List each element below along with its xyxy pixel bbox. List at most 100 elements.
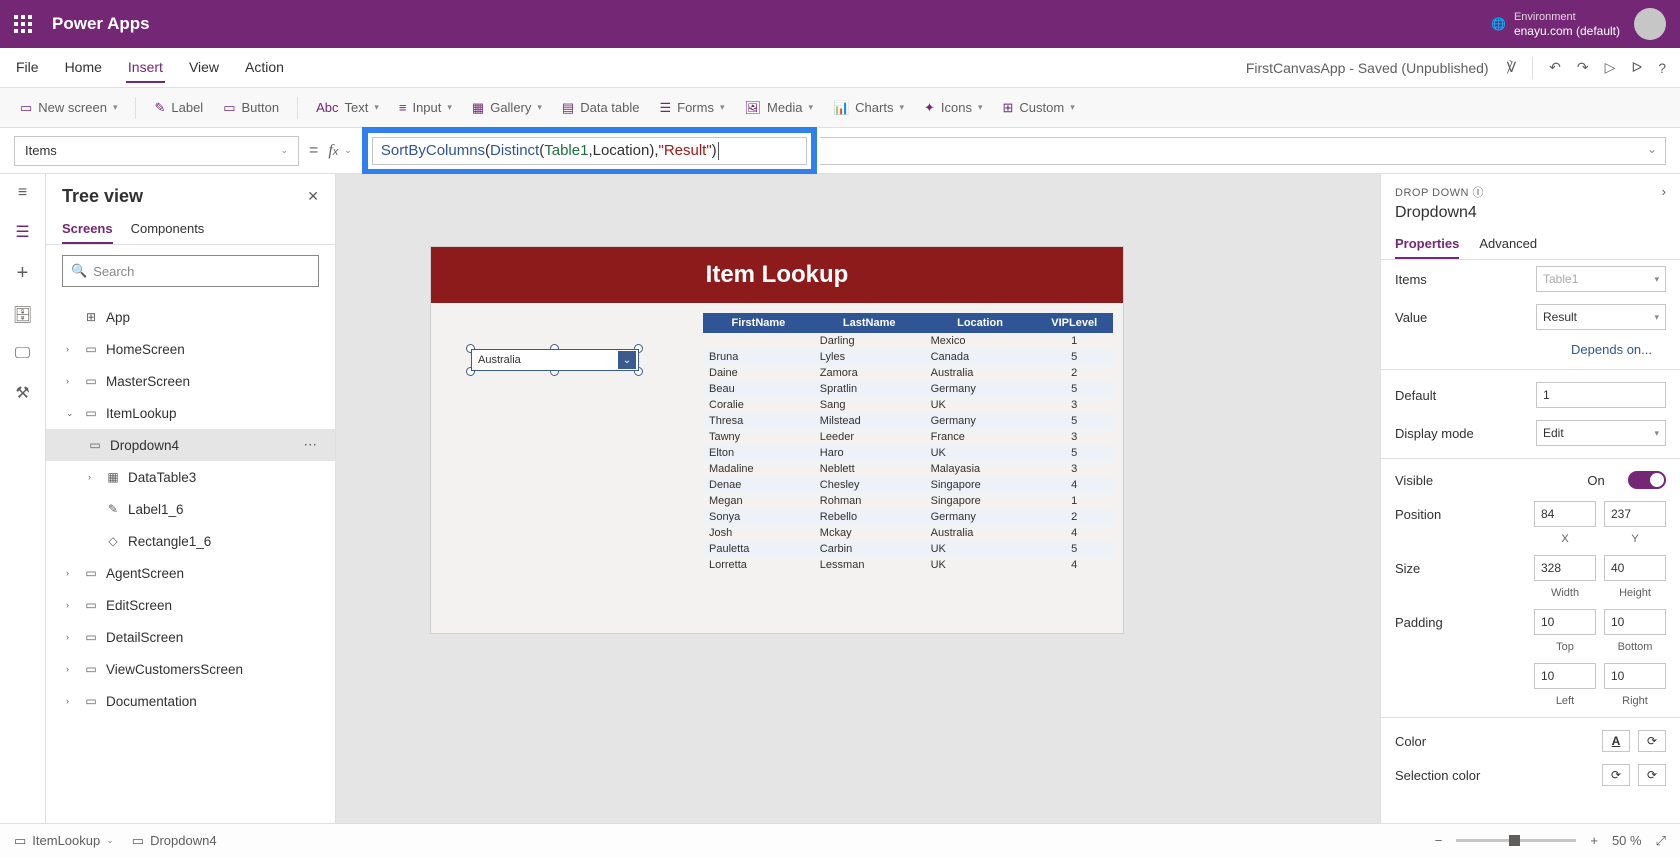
depends-link[interactable]: Depends on... [1571, 342, 1652, 357]
menu-action[interactable]: Action [243, 53, 286, 83]
media-button[interactable]: 🖼Media▾ [739, 96, 819, 120]
tree-viewcustomers[interactable]: ›▭ViewCustomersScreen [46, 653, 335, 685]
new-screen-button[interactable]: ▭New screen▾ [14, 96, 123, 120]
table-row[interactable]: MadalineNeblettMalayasia3 [703, 461, 1113, 477]
tree-datatable3[interactable]: ›▦DataTable3 [46, 461, 335, 493]
table-row[interactable]: TawnyLeederFrance3 [703, 429, 1113, 445]
breadcrumb-control[interactable]: ▭Dropdown4 [132, 833, 217, 849]
formula-input[interactable]: SortByColumns(Distinct(Table1, Location)… [372, 137, 807, 165]
tree-agentscreen[interactable]: ›▭AgentScreen [46, 557, 335, 589]
table-row[interactable]: DaineZamoraAustralia2 [703, 365, 1113, 381]
tree-label[interactable]: ✎Label1_6 [46, 493, 335, 525]
data-table[interactable]: FirstNameLastNameLocationVIPLevel Darlin… [703, 313, 1113, 573]
more-icon[interactable]: ⋯ [304, 437, 320, 453]
chevron-down-icon[interactable]: ⌄ [618, 351, 636, 369]
size-w-input[interactable]: 328 [1534, 555, 1596, 581]
zoom-out-button[interactable]: − [1435, 833, 1443, 848]
breadcrumb-screen[interactable]: ▭ItemLookup⌄ [14, 833, 114, 849]
tree-dropdown4[interactable]: ▭Dropdown4⋯ [46, 429, 335, 461]
environment-picker[interactable]: 🌐 Environment enayu.com (default) [1491, 9, 1620, 39]
table-row[interactable]: LorrettaLessmanUK4 [703, 557, 1113, 573]
tree-masterscreen[interactable]: ›▭MasterScreen [46, 365, 335, 397]
padding-bottom-input[interactable]: 10 [1604, 609, 1666, 635]
gallery-button[interactable]: ▦Gallery▾ [466, 96, 548, 120]
visible-toggle[interactable] [1628, 471, 1666, 489]
text-button[interactable]: AbcText▾ [310, 96, 385, 119]
undo-icon[interactable]: ↶ [1549, 59, 1561, 76]
rail-advanced-icon[interactable]: ⚒ [15, 383, 29, 403]
custom-button[interactable]: ⊞Custom▾ [997, 96, 1081, 120]
forms-button[interactable]: ☰Forms▾ [653, 96, 730, 120]
table-row[interactable]: DenaeChesleySingapore4 [703, 477, 1113, 493]
rail-treeview-icon[interactable]: ☰ [15, 222, 29, 242]
play-icon[interactable]: ▷ [1605, 59, 1616, 76]
table-row[interactable]: DarlingMexico1 [703, 333, 1113, 349]
position-y-input[interactable]: 237 [1604, 501, 1666, 527]
fx-label[interactable]: fx⌄ [328, 142, 352, 160]
padding-left-input[interactable]: 10 [1534, 663, 1596, 689]
tree-documentation[interactable]: ›▭Documentation [46, 685, 335, 717]
table-row[interactable]: ThresaMilsteadGermany5 [703, 413, 1113, 429]
font-color-button[interactable]: A [1602, 730, 1630, 752]
tree-close-icon[interactable]: ✕ [307, 188, 319, 205]
menu-view[interactable]: View [187, 53, 221, 83]
help-icon[interactable]: ? [1658, 60, 1666, 76]
sel-color-button[interactable]: ⟳ [1602, 764, 1630, 786]
app-launcher-icon[interactable] [14, 15, 32, 33]
menu-file[interactable]: File [14, 53, 41, 83]
chevron-right-icon[interactable]: › [1662, 184, 1666, 200]
value-input[interactable]: Result▾ [1536, 304, 1666, 330]
padding-top-input[interactable]: 10 [1534, 609, 1596, 635]
padding-right-input[interactable]: 10 [1604, 663, 1666, 689]
dropdown-control[interactable]: Australia ⌄ [471, 349, 639, 371]
displaymode-input[interactable]: Edit▾ [1536, 420, 1666, 446]
zoom-in-button[interactable]: + [1590, 833, 1598, 848]
tab-screens[interactable]: Screens [62, 215, 113, 244]
tree-search[interactable]: 🔍 Search [62, 255, 319, 287]
table-row[interactable]: PaulettaCarbinUK5 [703, 541, 1113, 557]
tree-rectangle[interactable]: ◇Rectangle1_6 [46, 525, 335, 557]
fit-icon[interactable]: ⤢ [1656, 833, 1666, 849]
table-row[interactable]: MeganRohmanSingapore1 [703, 493, 1113, 509]
tab-advanced[interactable]: Advanced [1479, 230, 1537, 259]
app-checker-icon[interactable]: ℣ [1507, 59, 1517, 76]
button-button[interactable]: ▭Button [217, 96, 285, 120]
redo-icon[interactable]: ↷ [1577, 59, 1589, 76]
property-selector[interactable]: Items⌄ [14, 136, 299, 166]
rail-hamburger-icon[interactable]: ≡ [18, 184, 27, 202]
rail-media-icon[interactable]: 🖵 [15, 345, 30, 363]
tree-app[interactable]: ⊞App [46, 301, 335, 333]
menu-home[interactable]: Home [63, 53, 104, 83]
icons-button[interactable]: ✦Icons▾ [918, 96, 989, 120]
zoom-slider[interactable] [1456, 839, 1576, 842]
charts-button[interactable]: 📊Charts▾ [827, 96, 910, 120]
table-row[interactable]: CoralieSangUK3 [703, 397, 1113, 413]
size-h-input[interactable]: 40 [1604, 555, 1666, 581]
tab-properties[interactable]: Properties [1395, 230, 1459, 259]
table-row[interactable]: EltonHaroUK5 [703, 445, 1113, 461]
canvas-screen[interactable]: Item Lookup Australia ⌄ FirstNameLastNam… [430, 246, 1124, 634]
table-row[interactable]: JoshMckayAustralia4 [703, 525, 1113, 541]
datatable-button[interactable]: ▤Data table [556, 96, 646, 120]
items-input[interactable]: Table1▾ [1536, 266, 1666, 292]
tree-editscreen[interactable]: ›▭EditScreen [46, 589, 335, 621]
fill-color-button[interactable]: ⟳ [1638, 730, 1666, 752]
menu-insert[interactable]: Insert [126, 53, 165, 83]
share-icon[interactable]: ᐅ [1631, 59, 1642, 76]
tree-detailscreen[interactable]: ›▭DetailScreen [46, 621, 335, 653]
table-row[interactable]: SonyaRebelloGermany2 [703, 509, 1113, 525]
sel-fill-button[interactable]: ⟳ [1638, 764, 1666, 786]
tree-itemlookup[interactable]: ⌄▭ItemLookup [46, 397, 335, 429]
user-avatar[interactable] [1634, 8, 1666, 40]
table-row[interactable]: BeauSpratlinGermany5 [703, 381, 1113, 397]
rail-insert-icon[interactable]: + [17, 262, 29, 285]
tree-homescreen[interactable]: ›▭HomeScreen [46, 333, 335, 365]
info-icon[interactable]: ⓘ [1473, 187, 1485, 199]
formula-extended[interactable] [820, 137, 1666, 165]
table-row[interactable]: BrunaLylesCanada5 [703, 349, 1113, 365]
tab-components[interactable]: Components [131, 215, 205, 244]
default-input[interactable]: 1 [1536, 382, 1666, 408]
canvas-area[interactable]: Item Lookup Australia ⌄ FirstNameLastNam… [336, 174, 1380, 823]
rail-data-icon[interactable]: 🗄 [12, 305, 32, 325]
position-x-input[interactable]: 84 [1534, 501, 1596, 527]
